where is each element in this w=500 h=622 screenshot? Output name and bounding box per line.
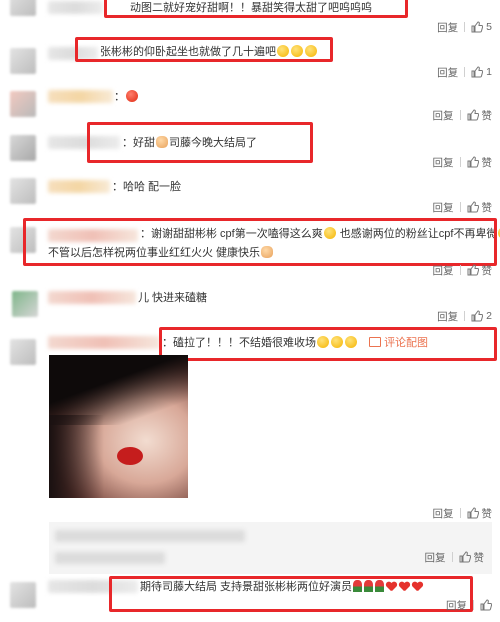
comment-item: 动图二就好宠好甜啊！！暴甜笑得太甜了吧呜呜呜 回复 5 xyxy=(0,0,500,40)
comment-actions: 回复 1 xyxy=(437,65,492,79)
like-count: 2 xyxy=(486,310,492,322)
image-shadow xyxy=(49,415,104,498)
comment-item: 期待司藤大结局 支持景甜张彬彬两位好演员 回复 xyxy=(0,576,500,622)
avatar[interactable] xyxy=(10,339,36,365)
divider xyxy=(459,110,461,120)
divider xyxy=(459,265,461,275)
comment-item: ：好甜 司藤今晚大结局了 回复 赞 xyxy=(0,122,500,170)
comment-item: ： 回复 赞 xyxy=(0,85,500,125)
avatar[interactable] xyxy=(10,178,36,204)
comment-body: ： xyxy=(114,91,125,103)
comment-item: 张彬彬的仰卧起坐也就做了几十遍吧 回复 1 xyxy=(0,37,500,85)
like-button[interactable]: 赞 xyxy=(467,263,493,278)
avatar[interactable] xyxy=(12,291,38,317)
like-button[interactable]: 1 xyxy=(471,66,492,78)
highlight-box xyxy=(23,218,497,266)
thumbs-up-icon xyxy=(471,66,484,78)
reply-button[interactable]: 回复 xyxy=(433,200,454,215)
reply-button[interactable]: 回复 xyxy=(433,108,454,123)
comment-text: 儿 快进来磕糖 xyxy=(138,292,208,304)
divider xyxy=(464,311,466,321)
highlight-box xyxy=(159,327,497,361)
like-button[interactable]: 赞 xyxy=(467,200,493,215)
username[interactable] xyxy=(48,90,113,103)
avatar[interactable] xyxy=(10,135,36,161)
comment-actions: 回复 赞 xyxy=(433,263,493,278)
like-label: 赞 xyxy=(481,201,493,214)
comment-item: 儿 快进来磕糖 回复 2 xyxy=(0,285,500,325)
thumbs-up-icon xyxy=(459,551,471,563)
thumbs-up-icon xyxy=(467,156,479,168)
like-button[interactable] xyxy=(480,599,492,611)
sub-reply-blurred xyxy=(55,552,165,564)
reply-button[interactable]: 回复 xyxy=(437,65,458,80)
like-count: 1 xyxy=(486,66,492,78)
reply-button[interactable]: 回复 xyxy=(437,20,458,35)
thumbs-up-icon xyxy=(467,507,479,519)
comment-item: ：哈哈 配一脸 回复 赞 xyxy=(0,170,500,215)
avatar[interactable] xyxy=(10,0,36,16)
like-button[interactable]: 5 xyxy=(471,21,492,33)
like-label: 赞 xyxy=(481,507,493,520)
comment-actions: 回复 2 xyxy=(437,309,492,323)
reply-button[interactable]: 回复 xyxy=(446,598,467,613)
avatar[interactable] xyxy=(10,582,36,608)
divider xyxy=(473,600,474,610)
comment-actions: 回复 xyxy=(446,598,492,612)
username[interactable] xyxy=(48,1,103,14)
thumbs-up-icon xyxy=(467,264,479,276)
divider xyxy=(451,552,453,562)
comment-actions: 回复 赞 xyxy=(433,155,493,170)
emoji-icon xyxy=(126,90,138,102)
like-label: 赞 xyxy=(473,551,485,564)
like-count: 5 xyxy=(486,21,492,33)
divider xyxy=(459,157,461,167)
divider xyxy=(464,22,466,32)
thumbs-up-icon xyxy=(471,310,484,322)
comment-text: ：哈哈 配一脸 xyxy=(112,181,182,193)
comment-actions: 回复 赞 xyxy=(433,108,493,123)
thumbs-up-icon xyxy=(471,21,484,33)
sub-reply-box: 回复 赞 xyxy=(49,522,492,574)
reply-button[interactable]: 回复 xyxy=(433,263,454,278)
like-button[interactable]: 赞 xyxy=(459,550,485,565)
like-button[interactable]: 赞 xyxy=(467,155,493,170)
username[interactable] xyxy=(48,291,136,304)
reply-button[interactable]: 回复 xyxy=(433,506,454,521)
avatar[interactable] xyxy=(10,91,36,117)
comment-item: ：谢谢甜甜彬彬 cpf第一次嗑得这么爽 也感谢两位的粉丝让cpf不再卑微 不管以… xyxy=(0,215,500,285)
sub-reply-actions: 回复 赞 xyxy=(425,550,485,565)
thumbs-up-icon xyxy=(480,599,492,611)
comment-text: ： xyxy=(114,90,139,104)
like-label: 赞 xyxy=(481,109,493,122)
like-label: 赞 xyxy=(481,264,493,277)
comment-image[interactable] xyxy=(49,355,188,498)
username[interactable] xyxy=(48,180,110,193)
avatar[interactable] xyxy=(10,48,36,74)
reply-button[interactable]: 回复 xyxy=(433,155,454,170)
divider xyxy=(459,508,461,518)
thumbs-up-icon xyxy=(467,201,479,213)
reply-button[interactable]: 回复 xyxy=(425,550,446,565)
highlight-box xyxy=(109,576,473,612)
reply-button[interactable]: 回复 xyxy=(437,309,458,324)
comment-actions: 回复 赞 xyxy=(433,506,493,521)
like-button[interactable]: 2 xyxy=(471,310,492,322)
highlight-box xyxy=(104,0,408,18)
like-label: 赞 xyxy=(481,156,493,169)
thumbs-up-icon xyxy=(467,109,479,121)
username[interactable] xyxy=(48,336,160,349)
image-lips xyxy=(117,447,143,465)
like-button[interactable]: 赞 xyxy=(467,108,493,123)
highlight-box xyxy=(87,122,313,163)
highlight-box xyxy=(75,37,333,62)
divider xyxy=(464,67,466,77)
like-button[interactable]: 赞 xyxy=(467,506,493,521)
sub-reply-blurred xyxy=(55,530,245,542)
divider xyxy=(459,202,461,212)
comment-actions: 回复 5 xyxy=(437,20,492,34)
comment-actions: 回复 赞 xyxy=(433,200,493,215)
